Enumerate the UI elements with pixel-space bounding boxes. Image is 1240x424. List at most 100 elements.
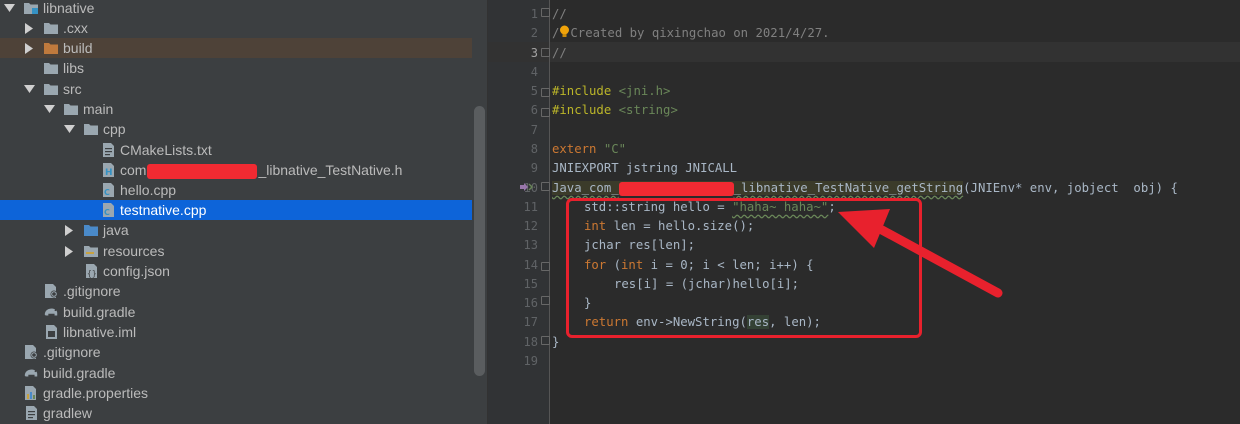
chevron-down-icon[interactable] (43, 103, 55, 115)
folder-icon (43, 81, 59, 97)
line-number[interactable]: 7 (488, 120, 538, 140)
tree-item[interactable]: src (0, 79, 472, 99)
tree-item[interactable]: .gitignore (0, 342, 472, 362)
annotation-arrow-icon (838, 209, 1003, 298)
tree-item[interactable]: CMakeLists.txt (0, 140, 472, 160)
tree-item-label: libnative.iml (63, 324, 137, 341)
chevron-right-icon[interactable] (63, 224, 75, 236)
line-number[interactable]: 15 (488, 274, 538, 294)
tree-item[interactable]: build (0, 38, 472, 59)
tree-item-label: testnative.cpp (120, 202, 207, 219)
folder-icon (43, 20, 59, 36)
gutter-separator (549, 0, 550, 424)
comment-prefix: / (552, 26, 560, 40)
navigate-declaration-icon[interactable] (519, 182, 533, 192)
code-text: JNIEXPORT jstring JNICALL (552, 161, 738, 175)
tree-item-label: build.gradle (63, 304, 136, 321)
tree-item[interactable]: Ctestnative.cpp (0, 200, 472, 221)
tree-item[interactable]: libnative.iml (0, 322, 472, 342)
fold-marker[interactable] (541, 182, 550, 191)
chevron-right-icon[interactable] (63, 245, 75, 257)
current-line-highlight (488, 42, 1240, 62)
fold-marker[interactable] (541, 262, 550, 271)
fold-marker[interactable] (541, 8, 550, 17)
include-directive: #include (552, 103, 612, 117)
fold-marker[interactable] (541, 88, 550, 97)
code-line-9: JNIEXPORT jstring JNICALL (552, 158, 737, 178)
tree-item[interactable]: libs (0, 58, 472, 78)
line-number[interactable]: 16 (488, 293, 538, 313)
line-number[interactable]: 11 (488, 197, 538, 217)
tree-item[interactable]: build.gradle (0, 302, 472, 322)
line-number[interactable]: 18 (488, 332, 538, 352)
line-number[interactable]: 1 (488, 4, 538, 24)
fold-marker[interactable] (541, 336, 550, 345)
line-number[interactable]: 2 (488, 23, 538, 43)
gradle-file-icon (43, 304, 59, 320)
include-directive: #include (552, 84, 612, 98)
function-name: Java_com_ _libnative_TestNative_getString (552, 181, 964, 196)
line-number[interactable]: 4 (488, 62, 538, 82)
tree-item[interactable]: java (0, 220, 472, 240)
lightbulb-icon[interactable] (559, 25, 570, 39)
code-line-8: extern "C" (552, 139, 626, 159)
fold-marker[interactable] (541, 296, 550, 305)
tree-item-label: java (103, 222, 129, 239)
line-number[interactable]: 5 (488, 81, 538, 101)
cpp-file-icon: C (100, 182, 116, 198)
tree-item[interactable]: main (0, 99, 472, 119)
code-line-1: // (552, 4, 567, 24)
label-suffix: _libnative_TestNative.h (258, 162, 403, 179)
chevron-down-icon[interactable] (3, 2, 15, 14)
fold-marker[interactable] (541, 108, 550, 117)
tree-item[interactable]: .cxx (0, 18, 472, 38)
tree-item-label: main (83, 101, 114, 118)
line-number[interactable]: 13 (488, 235, 538, 255)
project-tree: libnative .cxx build libs src main cpp CMakeLis… (0, 0, 488, 424)
text-file-icon (23, 405, 39, 421)
line-number[interactable]: 17 (488, 312, 538, 332)
tree-item[interactable]: cpp (0, 119, 472, 139)
chevron-down-icon[interactable] (63, 123, 75, 135)
line-number[interactable]: 9 (488, 158, 538, 178)
tree-item[interactable]: Chello.cpp (0, 180, 472, 200)
include-path: <string> (611, 103, 678, 117)
tree-item-label: gradlew (43, 405, 93, 422)
tree-item-label: libnative (43, 0, 95, 17)
line-number[interactable]: 8 (488, 139, 538, 159)
code-text: } (552, 335, 560, 349)
gitignore-file-icon (23, 344, 39, 360)
line-number[interactable]: 14 (488, 255, 538, 275)
tree-item[interactable]: resources (0, 241, 472, 261)
code-line-6: #include <string> (552, 100, 678, 120)
properties-file-icon (23, 385, 39, 401)
tree-item-label: cpp (103, 121, 126, 138)
tree-item[interactable]: build.gradle (0, 363, 472, 383)
chevron-down-icon[interactable] (23, 83, 35, 95)
tree-item[interactable]: gradle.properties (0, 383, 472, 403)
tree-item[interactable]: {} config.json (0, 261, 472, 281)
tree-item-label: .gitignore (63, 283, 121, 300)
fold-marker[interactable] (541, 48, 550, 57)
line-number[interactable]: 12 (488, 216, 538, 236)
line-number[interactable]: 3 (488, 43, 538, 63)
header-file-icon: H (100, 162, 116, 178)
tree-item[interactable]: libnative (0, 0, 472, 18)
redaction-bar (147, 163, 258, 179)
tree-item[interactable]: .gitignore (0, 281, 472, 301)
tree-scrollbar[interactable] (474, 106, 485, 376)
chevron-right-icon[interactable] (23, 22, 35, 34)
redaction-bar (618, 181, 734, 196)
json-file-icon: {} (83, 263, 99, 279)
line-number[interactable]: 6 (488, 100, 538, 120)
comment: Created by qixingchao on 2021/4/27. (570, 26, 830, 40)
code-line-10: Java_com_ _libnative_TestNative_getString… (552, 178, 1178, 198)
folder-icon (43, 60, 59, 76)
tree-item[interactable]: gradlew (0, 403, 472, 423)
tree-item[interactable]: Hcom _libnative_TestNative.h (0, 160, 472, 180)
folder-res-icon (83, 243, 99, 259)
chevron-right-icon[interactable] (23, 42, 35, 54)
line-number[interactable]: 19 (488, 351, 538, 371)
tree-item-label: com _libnative_TestNative.h (120, 160, 402, 180)
code-line-18: } (552, 332, 559, 352)
